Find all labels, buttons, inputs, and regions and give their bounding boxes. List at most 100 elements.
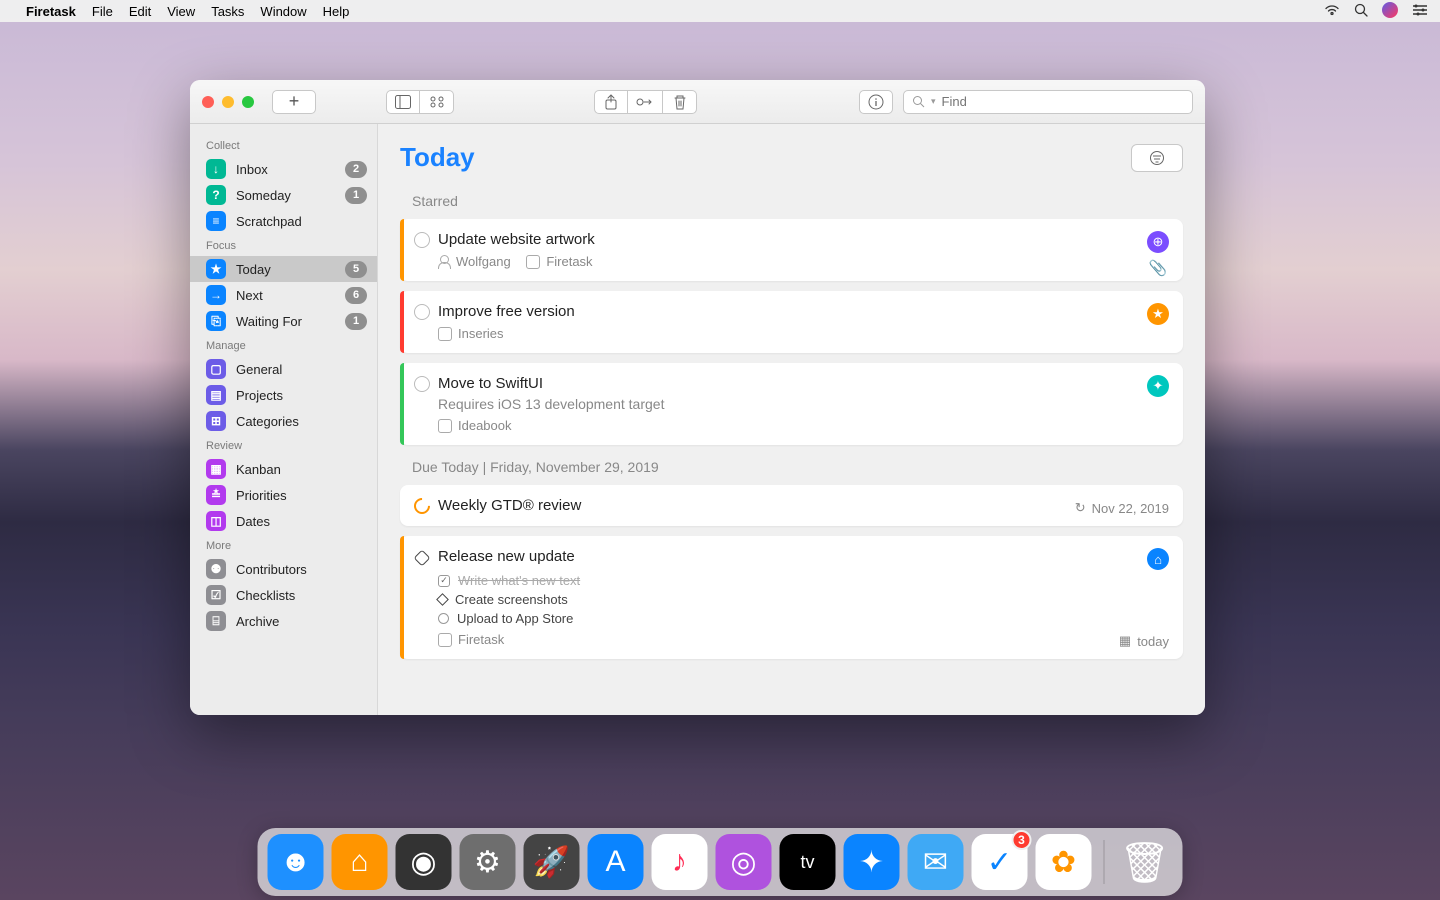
category-badge[interactable]: ✦: [1147, 375, 1169, 397]
search-input[interactable]: [942, 94, 1184, 109]
task-badges: ✦: [1147, 375, 1169, 397]
dock: ☻⌂◉⚙🚀A♪◎tv✦✉✓3✿ 🗑: [258, 828, 1183, 896]
sidebar-toggle-button[interactable]: [386, 90, 420, 114]
sidebar-item-label: Projects: [236, 388, 367, 403]
sidebar-item-label: Kanban: [236, 462, 367, 477]
sidebar-section-header: Review: [190, 434, 377, 456]
dock-things[interactable]: ✓3: [972, 834, 1028, 890]
maximize-button[interactable]: [242, 96, 254, 108]
main-content: Today Starred Update website artworkWolf…: [378, 124, 1205, 715]
subtask-marker[interactable]: ✓: [438, 575, 450, 587]
menubar-app-name[interactable]: Firetask: [26, 4, 76, 19]
menu-edit[interactable]: Edit: [129, 4, 151, 19]
sidebar-section-header: More: [190, 534, 377, 556]
minimize-button[interactable]: [222, 96, 234, 108]
control-center-icon[interactable]: [1412, 3, 1428, 19]
close-button[interactable]: [202, 96, 214, 108]
task-checkbox[interactable]: [414, 550, 431, 567]
search-field[interactable]: ▾: [903, 90, 1193, 114]
app-window: + ▾: [190, 80, 1205, 715]
share-button[interactable]: [594, 90, 628, 114]
sidebar-item-label: Checklists: [236, 588, 367, 603]
move-button[interactable]: [628, 90, 663, 114]
dock-home[interactable]: ⌂: [332, 834, 388, 890]
sidebar-item-next[interactable]: →Next6: [190, 282, 377, 308]
category-badge[interactable]: ⌂: [1147, 548, 1169, 570]
category-badge[interactable]: ⊕: [1147, 231, 1169, 253]
dock-settings[interactable]: ⚙: [460, 834, 516, 890]
subtask[interactable]: Create screenshots: [438, 592, 1127, 607]
siri-icon[interactable]: [1382, 2, 1398, 21]
task-card[interactable]: Move to SwiftUIRequires iOS 13 developme…: [400, 363, 1183, 445]
sidebar-item-projects[interactable]: ▤Projects: [190, 382, 377, 408]
traffic-lights: [202, 96, 254, 108]
subtask-label: Create screenshots: [455, 592, 568, 607]
sidebar-badge: 1: [345, 313, 367, 330]
dock-podcasts[interactable]: ◎: [716, 834, 772, 890]
menu-tasks[interactable]: Tasks: [211, 4, 244, 19]
priority-stripe: [400, 536, 404, 659]
category-badge[interactable]: ★: [1147, 303, 1169, 325]
dock-safari[interactable]: ✦: [844, 834, 900, 890]
dock-tv[interactable]: tv: [780, 834, 836, 890]
subtask-marker[interactable]: [436, 593, 449, 606]
dock-appstore[interactable]: A: [588, 834, 644, 890]
subtask[interactable]: Upload to App Store: [438, 611, 1127, 626]
task-card[interactable]: Release new update✓Write what's new text…: [400, 536, 1183, 659]
spotlight-icon[interactable]: [1354, 3, 1368, 20]
view-mode-button[interactable]: [420, 90, 454, 114]
task-checkbox[interactable]: [411, 495, 434, 518]
section-starred-label: Starred: [412, 193, 1183, 209]
sidebar-item-waiting-for[interactable]: ⎘Waiting For1: [190, 308, 377, 334]
sidebar-item-kanban[interactable]: ▦Kanban: [190, 456, 377, 482]
sidebar-item-today[interactable]: ★Today5: [190, 256, 377, 282]
task-card[interactable]: Update website artworkWolfgang Firetask⊕…: [400, 219, 1183, 281]
menu-file[interactable]: File: [92, 4, 113, 19]
task-checkbox[interactable]: [414, 304, 430, 320]
info-button[interactable]: [859, 90, 893, 114]
dock-trash[interactable]: 🗑: [1117, 834, 1173, 890]
wifi-icon[interactable]: [1324, 3, 1340, 19]
sidebar-icon: ≛: [206, 485, 226, 505]
sidebar-item-dates[interactable]: ◫Dates: [190, 508, 377, 534]
task-card[interactable]: Weekly GTD® review↻Nov 22, 2019: [400, 485, 1183, 526]
trash-button[interactable]: [663, 90, 697, 114]
task-card[interactable]: Improve free versionInseries★: [400, 291, 1183, 353]
new-task-button[interactable]: +: [272, 90, 316, 114]
sidebar-item-someday[interactable]: ?Someday1: [190, 182, 377, 208]
sidebar-section-header: Focus: [190, 234, 377, 256]
sidebar-item-scratchpad[interactable]: ≡Scratchpad: [190, 208, 377, 234]
task-checkbox[interactable]: [414, 376, 430, 392]
sidebar-icon: ★: [206, 259, 226, 279]
sidebar-item-contributors[interactable]: ⚉Contributors: [190, 556, 377, 582]
menu-help[interactable]: Help: [323, 4, 350, 19]
sidebar-item-general[interactable]: ▢General: [190, 356, 377, 382]
dock-launchpad[interactable]: 🚀: [524, 834, 580, 890]
dock-music[interactable]: ♪: [652, 834, 708, 890]
dock-finder[interactable]: ☻: [268, 834, 324, 890]
subtask[interactable]: ✓Write what's new text: [438, 573, 1127, 588]
sidebar-badge: 1: [345, 187, 367, 204]
sidebar-item-inbox[interactable]: ↓Inbox2: [190, 156, 377, 182]
sidebar-section-header: Collect: [190, 134, 377, 156]
menu-view[interactable]: View: [167, 4, 195, 19]
sidebar-item-checklists[interactable]: ☑Checklists: [190, 582, 377, 608]
menu-window[interactable]: Window: [260, 4, 306, 19]
dock-mail[interactable]: ✉: [908, 834, 964, 890]
dock-photos[interactable]: ✿: [1036, 834, 1092, 890]
sidebar-item-priorities[interactable]: ≛Priorities: [190, 482, 377, 508]
task-badges: ⌂: [1147, 548, 1169, 570]
dock-divider: [1104, 840, 1105, 884]
dock-siri[interactable]: ◉: [396, 834, 452, 890]
project-icon: [526, 255, 540, 269]
sidebar-section-header: Manage: [190, 334, 377, 356]
subtask-marker[interactable]: [438, 613, 449, 624]
task-meta: Firetask: [438, 632, 1127, 647]
task-project: Ideabook: [458, 418, 512, 433]
task-checkbox[interactable]: [414, 232, 430, 248]
sidebar-item-categories[interactable]: ⊞Categories: [190, 408, 377, 434]
attachment-icon[interactable]: 📎: [1149, 259, 1168, 277]
task-badges: ⊕📎: [1147, 231, 1169, 277]
sidebar-item-archive[interactable]: ⌸Archive: [190, 608, 377, 634]
filter-button[interactable]: [1131, 144, 1183, 172]
